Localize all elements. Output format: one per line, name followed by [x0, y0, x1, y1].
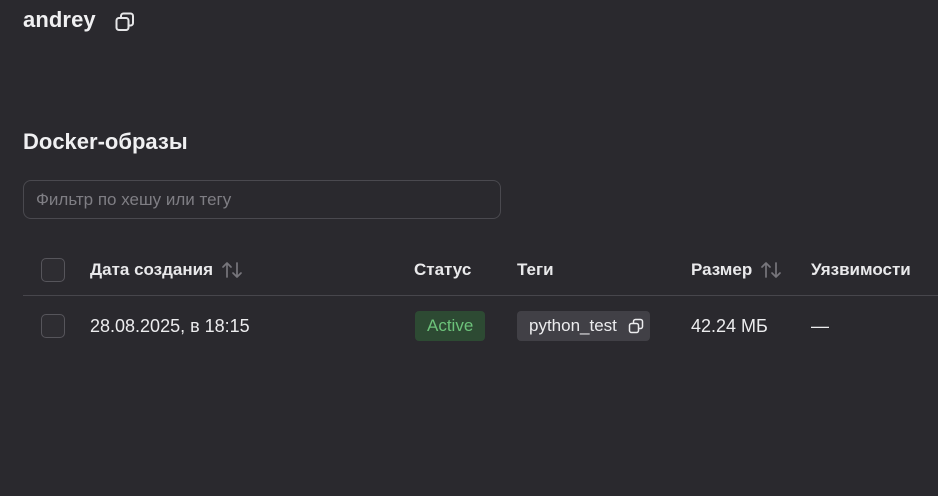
column-status: Статус — [414, 245, 471, 295]
sort-arrows-icon[interactable] — [760, 261, 782, 279]
row-checkbox[interactable] — [41, 314, 65, 338]
column-tags: Теги — [517, 245, 554, 295]
column-size[interactable]: Размер — [691, 245, 782, 295]
created-date: 28.08.2025, в 18:15 — [90, 315, 250, 336]
docker-images-page: andrey Docker-образы Дата создания Ста — [0, 0, 938, 496]
column-vulnerabilities: Уязвимости — [811, 245, 911, 295]
row-vulnerabilities: — — [811, 296, 829, 356]
row-size: 42.24 МБ — [691, 296, 768, 356]
column-created-label: Дата создания — [90, 260, 214, 279]
copy-icon[interactable] — [113, 10, 137, 34]
repository-name: andrey — [23, 7, 96, 32]
tag-chip[interactable]: python_test — [517, 311, 650, 341]
select-all-checkbox[interactable] — [41, 258, 65, 282]
row-tags: python_test — [517, 296, 650, 356]
row-checkbox-cell — [41, 296, 65, 356]
tag-label: python_test — [529, 316, 617, 335]
status-badge: Active — [415, 311, 486, 341]
repository-header: andrey — [23, 4, 137, 36]
header-checkbox-cell — [41, 245, 65, 295]
column-size-label: Размер — [691, 260, 753, 279]
filter-input[interactable] — [24, 181, 500, 218]
column-created[interactable]: Дата создания — [90, 245, 243, 295]
filter-field[interactable] — [23, 180, 501, 219]
row-status: Active — [415, 296, 486, 356]
column-status-label: Статус — [414, 260, 472, 279]
table-header: Дата создания Статус Теги Размер Уязвимо… — [23, 245, 938, 296]
sort-arrows-icon[interactable] — [221, 261, 243, 279]
table-row[interactable]: 28.08.2025, в 18:15 Active python_test 4… — [23, 296, 938, 356]
vulnerabilities-value: — — [811, 315, 829, 336]
section-title: Docker-образы — [23, 129, 188, 154]
copy-icon[interactable] — [628, 318, 644, 334]
column-vulnerabilities-label: Уязвимости — [811, 260, 911, 279]
row-created: 28.08.2025, в 18:15 — [90, 296, 250, 356]
image-size: 42.24 МБ — [691, 315, 768, 336]
column-tags-label: Теги — [517, 260, 554, 279]
